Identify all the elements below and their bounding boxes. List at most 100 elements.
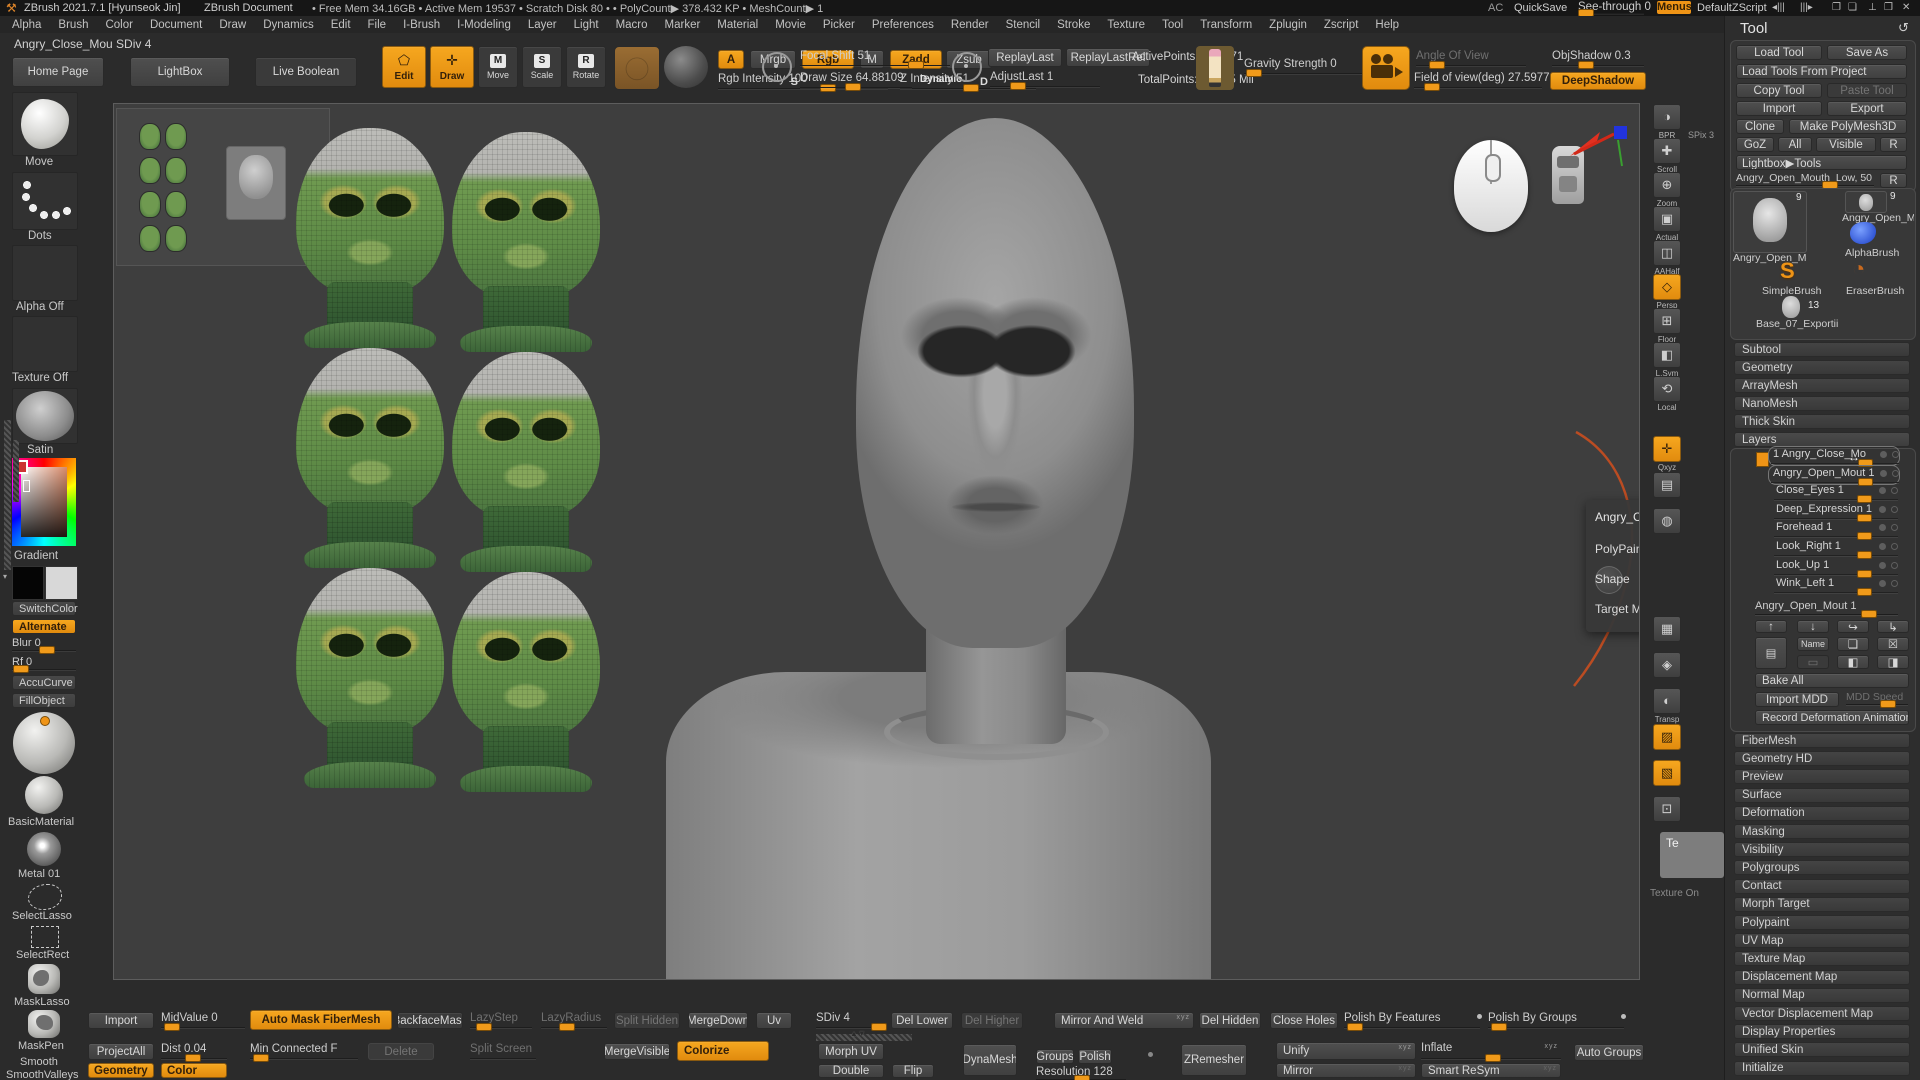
- tool-section[interactable]: Visibility: [1734, 842, 1910, 857]
- right-shelf-item[interactable]: ◇ Persp: [1649, 274, 1685, 310]
- stroke-curve-d-icon[interactable]: D: [952, 52, 982, 82]
- right-shelf-item[interactable]: ▣ Actual: [1649, 206, 1685, 242]
- tool-section[interactable]: Contact: [1734, 879, 1910, 894]
- bs-polish-by-groups-slider[interactable]: Polish By Groups: [1488, 1012, 1624, 1028]
- layer-name-button[interactable]: Name: [1797, 637, 1829, 651]
- paste-tool-button[interactable]: Paste Tool: [1827, 83, 1907, 98]
- camera-button[interactable]: [1362, 46, 1410, 90]
- section-arraymesh[interactable]: ArrayMesh: [1734, 378, 1910, 393]
- layer-row[interactable]: Wink_Left 1: [1772, 576, 1898, 594]
- right-shelf-item[interactable]: ▨: [1649, 724, 1685, 751]
- menu-item[interactable]: File: [368, 19, 387, 31]
- menu-item[interactable]: Document: [150, 19, 202, 31]
- layer-intensity-icon[interactable]: [1879, 487, 1886, 494]
- tool-section[interactable]: Preview: [1734, 769, 1910, 784]
- rotate-button[interactable]: R Rotate: [566, 46, 606, 88]
- right-shelf-item[interactable]: ◈: [1649, 652, 1685, 679]
- layer-name[interactable]: Look_Right 1: [1776, 540, 1841, 552]
- menu-item[interactable]: Draw: [219, 19, 246, 31]
- layer-name[interactable]: Angry_Open_Mout 1: [1773, 467, 1875, 479]
- select-lasso-icon[interactable]: [28, 884, 62, 910]
- menu-item[interactable]: I-Modeling: [457, 19, 511, 31]
- menu-item[interactable]: Help: [1375, 19, 1399, 31]
- tool-section[interactable]: UV Map: [1734, 933, 1910, 948]
- layer-branch-button[interactable]: ↳: [1877, 620, 1909, 633]
- secondary-color-swatch[interactable]: [45, 566, 78, 600]
- tool-r-button[interactable]: R: [1880, 173, 1907, 188]
- layer-row[interactable]: Angry_Open_Mout 1: [1768, 465, 1900, 485]
- export-tool-button[interactable]: Export: [1827, 101, 1907, 116]
- material-thumb[interactable]: [12, 388, 78, 444]
- layer-slider-track[interactable]: [1774, 592, 1898, 593]
- main-color-swatch[interactable]: [12, 566, 44, 600]
- bake-all-button[interactable]: Bake All: [1755, 673, 1909, 688]
- bs-groups-button[interactable]: Groups: [1036, 1049, 1074, 1064]
- layer-eye-icon[interactable]: [1891, 487, 1898, 494]
- layer-slider-track[interactable]: [1774, 555, 1898, 556]
- current-material-slot[interactable]: [664, 46, 708, 88]
- deep-shadow-button[interactable]: DeepShadow: [1550, 72, 1646, 90]
- layer-intensity-icon[interactable]: [1879, 562, 1886, 569]
- select-rect-icon[interactable]: [31, 926, 59, 948]
- tool-section[interactable]: Unified Skin: [1734, 1042, 1910, 1057]
- edit-button[interactable]: ⬠Edit: [382, 46, 426, 88]
- menu-item[interactable]: Layer: [528, 19, 557, 31]
- layer-intensity-icon[interactable]: [1879, 543, 1886, 550]
- texture-flyout[interactable]: Te: [1660, 832, 1724, 878]
- minimize-icon[interactable]: ⊥: [1868, 2, 1877, 13]
- sculpt-head[interactable]: [856, 118, 1134, 648]
- right-shelf-item[interactable]: ✛ Qxyz: [1649, 436, 1685, 472]
- green-head-model[interactable]: [452, 132, 600, 352]
- current-brush-thumb[interactable]: [12, 92, 78, 156]
- live-boolean-button[interactable]: Live Boolean: [255, 57, 357, 87]
- bs-smart-resym-button[interactable]: Smart ReSymxyz: [1421, 1063, 1561, 1078]
- right-shelf-item[interactable]: ◫ AAHalf: [1649, 240, 1685, 276]
- lightbox-button[interactable]: LightBox: [130, 57, 230, 87]
- green-head-model[interactable]: [296, 128, 444, 348]
- save-as-button[interactable]: Save As: [1827, 45, 1907, 60]
- bs-del-higher-button[interactable]: Del Higher: [961, 1012, 1023, 1029]
- stroke-thumb[interactable]: [12, 172, 78, 230]
- recent-tool-thumb[interactable]: [1845, 191, 1887, 213]
- green-head-model[interactable]: [452, 572, 600, 792]
- mini-head-thumb[interactable]: [165, 123, 187, 150]
- alpha-thumb[interactable]: [12, 245, 78, 301]
- green-head-model[interactable]: [296, 568, 444, 788]
- right-shelf-item[interactable]: ◑ BPR: [1649, 104, 1685, 140]
- bs-mergevisible-button[interactable]: MergeVisible: [604, 1043, 670, 1060]
- mini-head-thumb[interactable]: [139, 157, 161, 184]
- bs-auto-mask-fibermesh-button[interactable]: Auto Mask FiberMesh: [250, 1010, 392, 1030]
- layer-name[interactable]: Look_Up 1: [1776, 559, 1829, 571]
- right-shelf-item[interactable]: ◧ L.Sym: [1649, 342, 1685, 378]
- blur-slider[interactable]: Blur 0: [12, 637, 76, 651]
- divider-left-icon[interactable]: ◂|||: [1772, 2, 1785, 13]
- accucurve-button[interactable]: AccuCurve: [12, 675, 76, 690]
- layer-split2-button[interactable]: ◨: [1877, 655, 1909, 669]
- basic-material-sphere[interactable]: [13, 712, 75, 774]
- layer-intensity-icon[interactable]: [1880, 470, 1887, 477]
- tool-section[interactable]: Morph Target: [1734, 897, 1910, 912]
- alternate-button[interactable]: Alternate: [12, 619, 76, 634]
- layer-name[interactable]: Forehead 1: [1776, 521, 1832, 533]
- simple-brush-icon[interactable]: S: [1780, 258, 1795, 284]
- document-canvas[interactable]: Angry_Close_Mou SDiv 4 PolyPaint (Empty)…: [113, 103, 1640, 980]
- mini-head-thumb[interactable]: [139, 191, 161, 218]
- layer-name[interactable]: Close_Eyes 1: [1776, 484, 1844, 496]
- bs-delete-button[interactable]: Delete: [368, 1043, 434, 1060]
- tool-section[interactable]: Texture Map: [1734, 951, 1910, 966]
- layer-duplicate-button[interactable]: ❏: [1837, 637, 1869, 651]
- load-tools-from-project-button[interactable]: Load Tools From Project: [1736, 64, 1907, 79]
- bs-inflate-slider[interactable]: Inflate xyz: [1421, 1042, 1561, 1059]
- section-nanomesh[interactable]: NanoMesh: [1734, 396, 1910, 411]
- bs-split-screen-slider[interactable]: Split Screen: [470, 1043, 536, 1059]
- layer-eye-icon[interactable]: [1891, 524, 1898, 531]
- texture-thumb[interactable]: [12, 316, 78, 372]
- bs-lazyradius-slider[interactable]: LazyRadius: [541, 1012, 607, 1028]
- layer-up-button[interactable]: ↑: [1755, 620, 1787, 633]
- layer-name[interactable]: Deep_Expression 1: [1776, 503, 1872, 515]
- menu-item[interactable]: I-Brush: [403, 19, 440, 31]
- menu-item[interactable]: Transform: [1200, 19, 1252, 31]
- menu-item[interactable]: Picker: [823, 19, 855, 31]
- layer-row[interactable]: 1 Angry_Close_Mo: [1768, 446, 1900, 466]
- left-scrollbar-2[interactable]: [13, 440, 19, 502]
